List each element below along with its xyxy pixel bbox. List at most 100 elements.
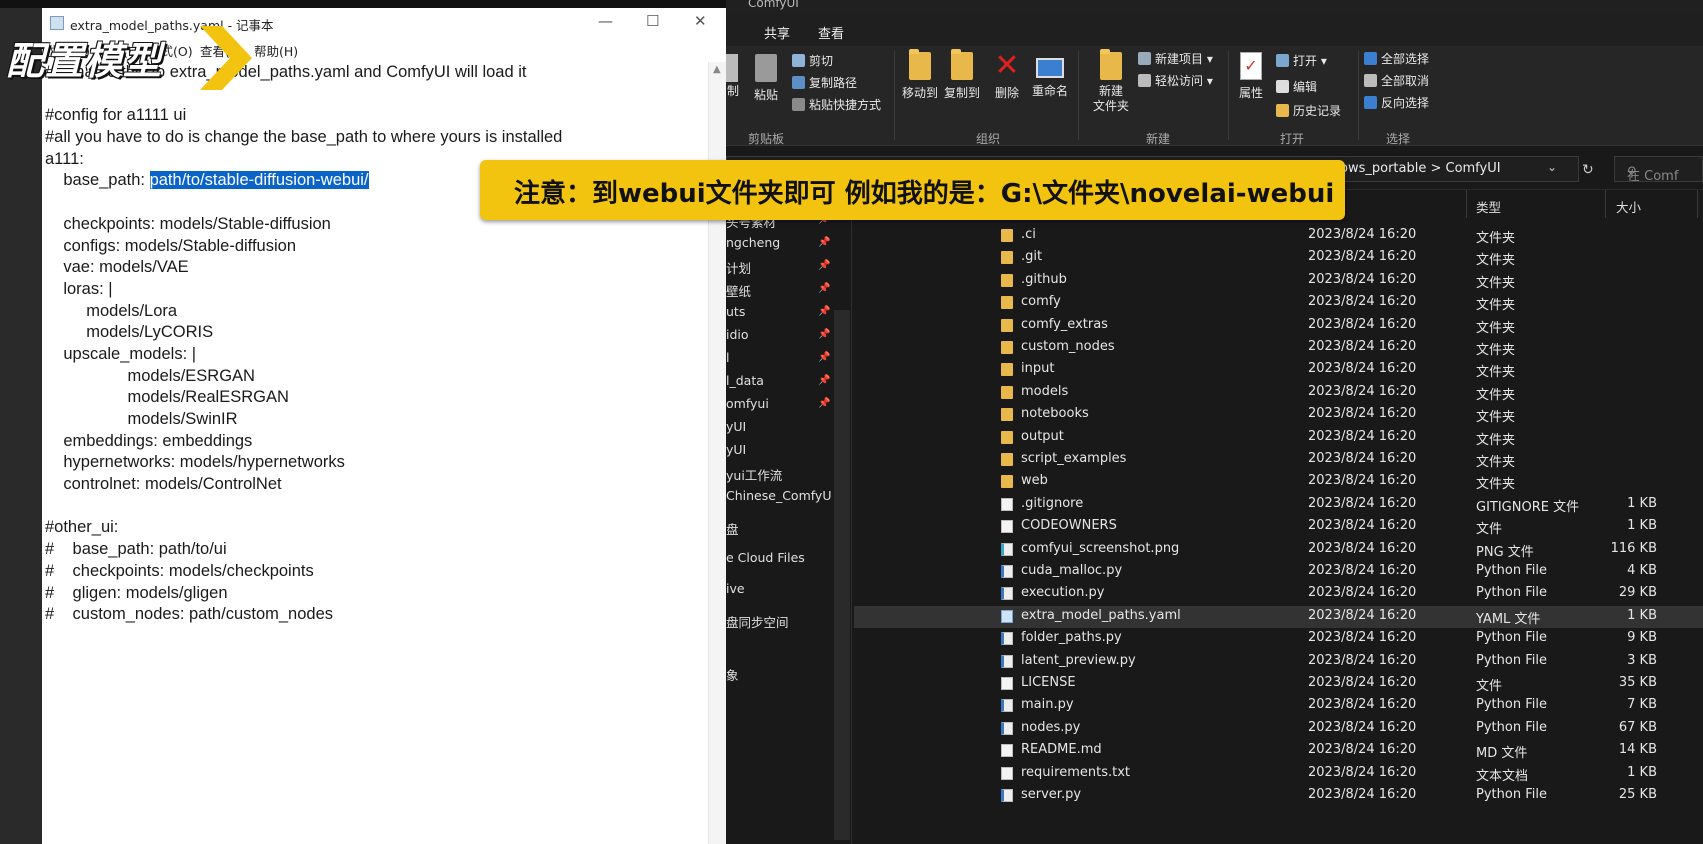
- file-row[interactable]: web 2023/8/24 16:20 文件夹: [854, 471, 1703, 493]
- scroll-up-icon[interactable]: ▲: [713, 64, 721, 75]
- chevron-down-icon[interactable]: ⌄: [1547, 160, 1557, 174]
- properties-button[interactable]: ✓ 属性: [1234, 52, 1268, 101]
- copy-path-label: 复制路径: [809, 76, 858, 90]
- file-row[interactable]: notebooks 2023/8/24 16:20 文件夹: [854, 404, 1703, 426]
- file-row[interactable]: latent_preview.py 2023/8/24 16:20 Python F…: [854, 651, 1703, 673]
- file-row[interactable]: .git 2023/8/24 16:20 文件夹: [854, 247, 1703, 269]
- file-type: MD 文件: [1476, 746, 1528, 762]
- easy-access-button[interactable]: 轻松访问 ▾: [1138, 72, 1213, 89]
- nav-item[interactable]: uts: [726, 304, 831, 319]
- file-row[interactable]: nodes.py 2023/8/24 16:20 Python File 67 KB: [854, 718, 1703, 740]
- cut-button[interactable]: 剪切: [792, 52, 833, 69]
- file-row[interactable]: extra_model_paths.yaml 2023/8/24 16:20 YAM…: [854, 605, 1703, 628]
- file-row[interactable]: requirements.txt 2023/8/24 16:20 文本文档 1 KB: [854, 763, 1703, 785]
- new-item-button[interactable]: 新建项目 ▾: [1138, 50, 1213, 67]
- pin-icon[interactable]: 📌: [818, 283, 830, 294]
- move-to-button[interactable]: 移动到: [900, 49, 940, 101]
- file-row[interactable]: input 2023/8/24 16:20 文件夹: [854, 359, 1703, 381]
- refresh-icon[interactable]: ↻: [1582, 162, 1594, 178]
- nav-item[interactable]: ngcheng: [726, 235, 831, 250]
- file-type: 文件夹: [1476, 477, 1516, 493]
- copy-to-button[interactable]: 复制到: [942, 49, 982, 101]
- pin-icon[interactable]: 📌: [818, 398, 830, 409]
- file-row[interactable]: script_examples 2023/8/24 16:20 文件夹: [854, 449, 1703, 471]
- file-row[interactable]: .ci 2023/8/24 16:20 文件夹: [854, 225, 1703, 247]
- pin-icon[interactable]: 📌: [818, 329, 830, 340]
- close-icon[interactable]: ✕: [694, 12, 707, 30]
- history-button[interactable]: 历史记录: [1276, 102, 1341, 119]
- file-date: 2023/8/24 16:20: [1308, 271, 1417, 287]
- select-none-button[interactable]: 全部取消: [1364, 72, 1429, 89]
- nav-item[interactable]: 象: [726, 665, 831, 684]
- column-type[interactable]: 类型: [1476, 197, 1501, 216]
- nav-item[interactable]: ive: [726, 581, 831, 596]
- file-row[interactable]: comfy 2023/8/24 16:20 文件夹: [854, 292, 1703, 314]
- text-line: # custom_nodes: path/custom_nodes: [45, 605, 334, 624]
- nav-item[interactable]: 壁纸: [726, 281, 831, 300]
- pin-icon[interactable]: 📌: [818, 352, 830, 363]
- file-size: 4 KB: [1627, 563, 1657, 578]
- file-row[interactable]: custom_nodes 2023/8/24 16:20 文件夹: [854, 337, 1703, 359]
- nav-item[interactable]: 盘同步空间: [726, 612, 831, 631]
- paste-button[interactable]: 粘贴: [746, 54, 786, 103]
- copy-button[interactable]: 制: [726, 54, 740, 99]
- pin-icon[interactable]: 📌: [818, 306, 830, 317]
- file-row[interactable]: models 2023/8/24 16:20 文件夹: [854, 382, 1703, 404]
- file-row[interactable]: .gitignore 2023/8/24 16:20 GITIGNORE 文件 1 K…: [854, 494, 1703, 516]
- pin-icon[interactable]: 📌: [818, 237, 830, 248]
- file-row[interactable]: output 2023/8/24 16:20 文件夹: [854, 427, 1703, 449]
- file-row[interactable]: README.md 2023/8/24 16:20 MD 文件 14 KB: [854, 740, 1703, 762]
- file-type: Python File: [1476, 585, 1547, 601]
- copy-icon: [726, 54, 738, 82]
- delete-button[interactable]: ✕ 删除: [992, 51, 1022, 101]
- text-editor[interactable]: #Rename this to extra_model_paths.yaml a…: [45, 62, 705, 626]
- file-type: 文件: [1476, 522, 1503, 538]
- file-date: 2023/8/24 16:20: [1308, 249, 1417, 265]
- select-all-button[interactable]: 全部选择: [1364, 50, 1429, 67]
- file-row[interactable]: cuda_malloc.py 2023/8/24 16:20 Python File…: [854, 561, 1703, 583]
- nav-scrollbar[interactable]: [834, 310, 850, 840]
- nav-item[interactable]: 计划: [726, 258, 831, 277]
- nav-item[interactable]: yUI: [726, 419, 831, 434]
- column-divider: [1697, 190, 1698, 218]
- open-button[interactable]: 打开 ▾: [1276, 52, 1327, 69]
- file-row[interactable]: main.py 2023/8/24 16:20 Python File 7 KB: [854, 695, 1703, 717]
- nav-item[interactable]: l: [726, 350, 831, 365]
- ribbon-divider: [1358, 50, 1359, 140]
- rename-button[interactable]: 重命名: [1028, 52, 1072, 99]
- file-row[interactable]: .github 2023/8/24 16:20 文件夹: [854, 270, 1703, 292]
- copy-path-button[interactable]: 复制路径: [792, 74, 857, 91]
- nav-item[interactable]: yUI: [726, 442, 831, 457]
- maximize-icon[interactable]: ☐: [646, 12, 659, 30]
- open-icon: [1276, 54, 1289, 67]
- file-row[interactable]: LICENSE 2023/8/24 16:20 文件 35 KB: [854, 673, 1703, 695]
- nav-item[interactable]: e Cloud Files: [726, 550, 831, 565]
- file-date: 2023/8/24 16:20: [1308, 428, 1417, 444]
- invert-selection-button[interactable]: 反向选择: [1364, 94, 1429, 111]
- paste-shortcut-button[interactable]: 粘贴快捷方式: [792, 96, 881, 113]
- pin-icon[interactable]: 📌: [818, 260, 830, 271]
- search-input[interactable]: ⚲ 在 Comf: [1614, 156, 1703, 184]
- file-row[interactable]: CODEOWNERS 2023/8/24 16:20 文件 1 KB: [854, 516, 1703, 538]
- nav-item[interactable]: l_data: [726, 373, 831, 388]
- text-line: models/Lora: [45, 301, 178, 320]
- file-row[interactable]: folder_paths.py 2023/8/24 16:20 Python Fil…: [854, 628, 1703, 650]
- paste-shortcut-label: 粘贴快捷方式: [809, 98, 882, 112]
- file-icon: [1001, 766, 1013, 780]
- nav-item[interactable]: Chinese_ComfyUI_: [726, 488, 831, 503]
- tab-view[interactable]: 查看: [818, 23, 844, 42]
- file-row[interactable]: server.py 2023/8/24 16:20 Python File 25 KB: [854, 785, 1703, 807]
- minimize-icon[interactable]: —: [598, 12, 613, 30]
- edit-button[interactable]: 编辑: [1276, 78, 1317, 95]
- nav-item[interactable]: idio: [726, 327, 831, 342]
- nav-item[interactable]: omfyui: [726, 396, 831, 411]
- file-row[interactable]: comfyui_screenshot.png 2023/8/24 16:20 PNG…: [854, 539, 1703, 561]
- file-row[interactable]: comfy_extras 2023/8/24 16:20 文件夹: [854, 315, 1703, 337]
- file-row[interactable]: execution.py 2023/8/24 16:20 Python File 29…: [854, 583, 1703, 605]
- pin-icon[interactable]: 📌: [818, 375, 830, 386]
- tab-share[interactable]: 共享: [764, 23, 790, 42]
- new-folder-button[interactable]: 新建 文件夹: [1090, 49, 1132, 114]
- column-size[interactable]: 大小: [1616, 197, 1641, 216]
- nav-item[interactable]: 盘: [726, 519, 831, 538]
- nav-item[interactable]: yui工作流: [726, 465, 831, 484]
